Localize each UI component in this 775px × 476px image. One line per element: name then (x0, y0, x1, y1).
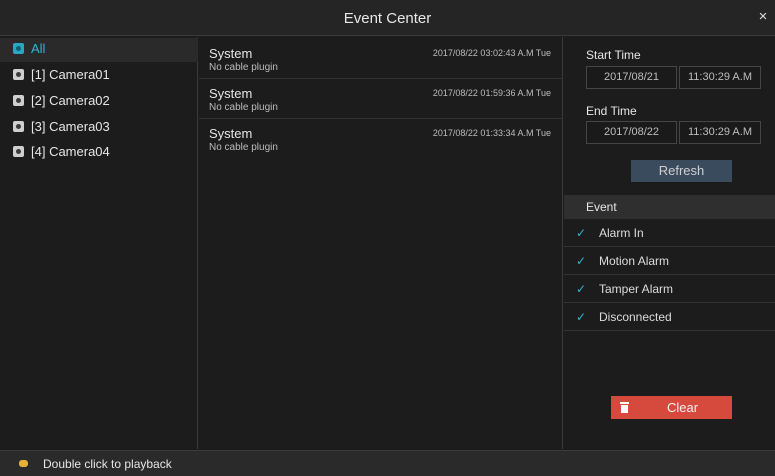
window-title: Event Center (343, 10, 432, 27)
event-description: No cable plugin (209, 102, 278, 113)
camera-item-camera01[interactable]: [1] Camera01 (0, 64, 198, 88)
event-option-label: Tamper Alarm (599, 282, 674, 296)
event-time: 2017/08/22 01:33:34 A.M Tue (432, 128, 551, 138)
event-option-motion-alarm[interactable]: ✓ Motion Alarm (564, 248, 775, 275)
event-description: No cable plugin (209, 62, 278, 73)
clear-button[interactable]: Clear (611, 396, 732, 419)
camera-item-camera02[interactable]: [2] Camera02 (0, 90, 198, 114)
camera-icon (13, 69, 24, 80)
filter-panel: Start Time 2017/08/21 11:30:29 A.M End T… (564, 37, 775, 449)
event-row[interactable]: System No cable plugin 2017/08/22 01:59:… (199, 80, 563, 119)
camera-item-camera03[interactable]: [3] Camera03 (0, 116, 198, 140)
camera-icon (13, 121, 24, 132)
camera-icon (13, 146, 24, 157)
check-icon[interactable]: ✓ (576, 254, 586, 268)
camera-label: All (31, 41, 46, 56)
check-icon[interactable]: ✓ (576, 226, 586, 240)
start-time-field[interactable]: 11:30:29 A.M (679, 66, 761, 89)
start-time-label: Start Time (586, 48, 641, 62)
start-date-field[interactable]: 2017/08/21 (586, 66, 677, 89)
event-option-tamper-alarm[interactable]: ✓ Tamper Alarm (564, 276, 775, 303)
event-option-alarm-in[interactable]: ✓ Alarm In (564, 220, 775, 247)
event-option-label: Motion Alarm (599, 254, 670, 268)
event-center-window: Event Center × All [1] Camera01 [2] Came… (0, 0, 775, 476)
camera-label: [3] Camera03 (31, 119, 110, 134)
check-icon[interactable]: ✓ (576, 282, 586, 296)
camera-icon (13, 95, 24, 106)
event-filter-header: Event (564, 195, 775, 219)
info-icon (19, 460, 28, 467)
camera-item-camera04[interactable]: [4] Camera04 (0, 141, 198, 165)
camera-list: All [1] Camera01 [2] Camera02 [3] Camera… (0, 37, 198, 449)
refresh-button[interactable]: Refresh (631, 160, 732, 182)
event-option-label: Alarm In (599, 226, 644, 240)
event-description: No cable plugin (209, 142, 278, 153)
status-bar: Double click to playback (0, 450, 775, 476)
clear-button-label: Clear (667, 400, 699, 415)
trash-icon (620, 402, 629, 413)
end-time-field[interactable]: 11:30:29 A.M (679, 121, 761, 144)
event-option-disconnected[interactable]: ✓ Disconnected (564, 304, 775, 331)
event-type: System (209, 46, 253, 61)
event-type: System (209, 86, 253, 101)
event-time: 2017/08/22 03:02:43 A.M Tue (432, 48, 551, 58)
camera-label: [4] Camera04 (31, 144, 110, 159)
status-tip: Double click to playback (43, 457, 172, 471)
event-row[interactable]: System No cable plugin 2017/08/22 03:02:… (199, 40, 563, 79)
check-icon[interactable]: ✓ (576, 310, 586, 324)
event-filter-title: Event (586, 200, 617, 214)
camera-label: [2] Camera02 (31, 93, 110, 108)
camera-label: [1] Camera01 (31, 67, 110, 82)
event-row[interactable]: System No cable plugin 2017/08/22 01:33:… (199, 120, 563, 159)
end-time-label: End Time (586, 104, 637, 118)
event-type: System (209, 126, 253, 141)
event-time: 2017/08/22 01:59:36 A.M Tue (432, 88, 551, 98)
end-date-field[interactable]: 2017/08/22 (586, 121, 677, 144)
event-list: System No cable plugin 2017/08/22 03:02:… (199, 37, 563, 449)
camera-item-all[interactable]: All (0, 38, 198, 62)
event-option-label: Disconnected (599, 310, 672, 324)
camera-icon (13, 43, 24, 54)
title-bar: Event Center × (0, 0, 775, 36)
close-icon[interactable]: × (755, 9, 771, 25)
